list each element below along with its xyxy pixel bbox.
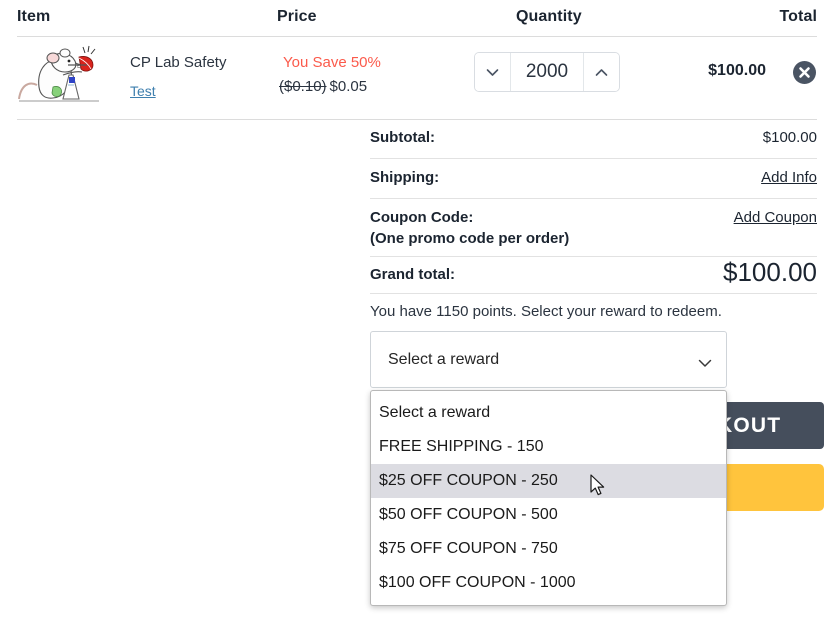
order-summary: Subtotal: $100.00 Shipping: Add Info Cou… — [370, 119, 817, 320]
product-name: CP Lab Safety — [130, 54, 227, 71]
remove-item-button[interactable] — [793, 61, 816, 84]
add-shipping-info-link[interactable]: Add Info — [761, 169, 817, 186]
reward-select[interactable]: Select a reward — [370, 331, 727, 388]
header-divider — [17, 36, 817, 37]
chevron-down-icon — [698, 355, 712, 373]
line-item-total: $100.00 — [708, 62, 766, 79]
reward-option[interactable]: Select a reward — [371, 396, 726, 430]
rewards-points-note: You have 1150 points. Select your reward… — [370, 303, 722, 320]
summary-row-shipping: Shipping: Add Info — [370, 159, 817, 199]
price-line: ($0.10) $0.05 — [279, 78, 367, 95]
reward-select-dropdown[interactable]: Select a reward FREE SHIPPING - 150 $25 OF… — [370, 390, 727, 606]
reward-select-value: Select a reward — [388, 351, 500, 368]
summary-row-subtotal: Subtotal: $100.00 — [370, 119, 817, 159]
column-header-total: Total — [779, 8, 817, 25]
coupon-note: (One promo code per order) — [370, 230, 570, 247]
chevron-up-icon — [595, 68, 608, 76]
product-thumbnail[interactable] — [13, 41, 109, 113]
cart-table-header: Item Price Quantity Total — [0, 0, 834, 36]
summary-row-grand-total: Grand total: $100.00 — [370, 257, 817, 294]
column-header-quantity: Quantity — [516, 8, 582, 25]
savings-label: You Save 50% — [283, 54, 381, 71]
price-original: ($0.10) — [279, 78, 327, 95]
quantity-increment-button[interactable] — [583, 53, 619, 91]
quantity-decrement-button[interactable] — [475, 53, 511, 91]
chevron-down-icon — [486, 68, 499, 76]
subtotal-label: Subtotal: — [370, 129, 435, 146]
add-coupon-link[interactable]: Add Coupon — [734, 209, 817, 226]
lab-mouse-icon — [18, 45, 99, 102]
reward-option[interactable]: $100 OFF COUPON - 1000 — [371, 566, 726, 600]
quantity-input[interactable]: 2000 — [511, 53, 583, 91]
price-current: $0.05 — [329, 78, 368, 95]
close-icon — [799, 67, 810, 78]
reward-option[interactable]: FREE SHIPPING - 150 — [371, 430, 726, 464]
summary-row-coupon: Coupon Code: (One promo code per order) … — [370, 199, 817, 257]
grand-total-value: $100.00 — [723, 257, 817, 287]
column-header-item: Item — [17, 8, 51, 25]
quantity-stepper[interactable]: 2000 — [474, 52, 620, 92]
column-header-price: Price — [277, 8, 317, 25]
shipping-label: Shipping: — [370, 169, 440, 186]
product-detail-link[interactable]: Test — [130, 83, 156, 99]
reward-option[interactable]: $50 OFF COUPON - 500 — [371, 498, 726, 532]
reward-option[interactable]: $25 OFF COUPON - 250 — [371, 464, 726, 498]
reward-option[interactable]: $75 OFF COUPON - 750 — [371, 532, 726, 566]
subtotal-value: $100.00 — [762, 129, 817, 146]
